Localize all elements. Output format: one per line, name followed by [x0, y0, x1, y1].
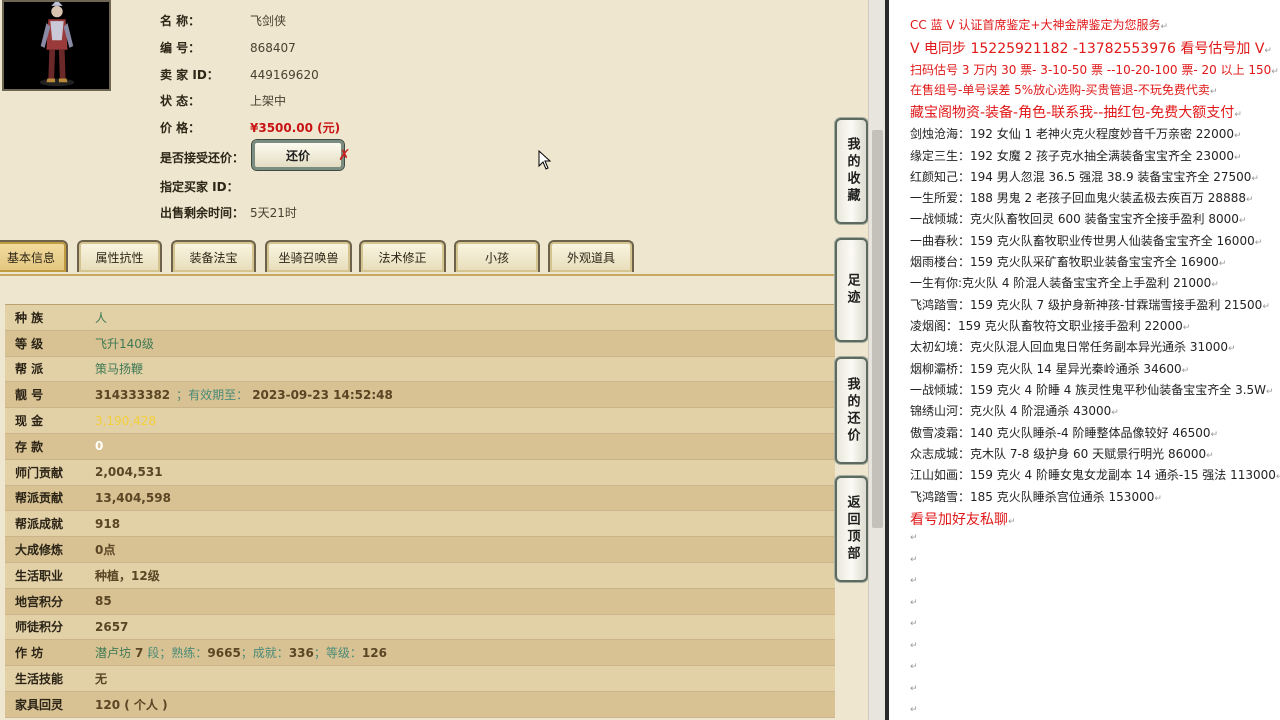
tab-spell-mods[interactable]: 法术修正 — [359, 240, 446, 272]
back-to-top-button[interactable]: 返回顶部 — [835, 476, 868, 582]
remaining-time: 5天21时 — [250, 206, 297, 220]
doc-line: 众志成城：克木队 7-8 级护身 60 天赋景行明光 86000↵ — [910, 447, 1214, 461]
tab-basic-info[interactable]: 基本信息 — [0, 240, 68, 272]
my-favorites-button[interactable]: 我的收藏 — [835, 118, 868, 224]
my-counter-offers-label: 我的还价 — [844, 376, 860, 445]
paragraph-mark: ↵ — [910, 640, 918, 651]
detail-row-deposit: 存 款0 — [5, 433, 835, 460]
footprints-label: 足迹 — [844, 273, 860, 307]
detail-row-level: 等 级飞升140级 — [5, 330, 835, 357]
close-icon: ✗ — [338, 146, 351, 164]
vertical-scrollbar[interactable] — [868, 0, 885, 720]
doc-line: 烟雨楼台：159 克火队采矿畜牧职业装备宝宝齐全 16900↵ — [910, 255, 1227, 269]
detail-row-guild-contribution: 帮派贡献 13,404,598 — [5, 485, 835, 512]
item-name: 飞剑侠 — [250, 14, 287, 28]
item-id-row: 编 号： 868407 — [160, 41, 296, 55]
doc-line: CC 蓝 V 认证首席鉴定+大神金牌鉴定为您服务↵ — [910, 18, 1169, 32]
tab-bar: 基本信息 属性抗性 装备法宝 坐骑召唤兽 法术修正 小孩 外观道具 — [0, 236, 868, 276]
doc-line: 太初幻境：克火队混人回血鬼日常任务副本异光通杀 31000↵ — [910, 340, 1236, 354]
doc-line: 一生有你:克火队 4 阶混人装备宝宝齐全上手盈利 21000↵ — [910, 276, 1219, 290]
detail-row-life-skill: 生活技能无 — [5, 666, 835, 692]
doc-line: 藏宝阁物资-装备-角色-联系我--抽红包-免费大额支付↵ — [910, 105, 1242, 121]
detail-row-mentor-points: 师徒积分 2657 — [5, 614, 835, 641]
item-id: 868407 — [250, 41, 296, 55]
designated-buyer-row: 指定买家 ID： — [160, 180, 239, 194]
detail-row-cultivation: 大成修炼 0点 — [5, 537, 835, 563]
paragraph-mark: ↵ — [910, 683, 918, 694]
doc-line: 扫码估号 3 万内 30 票- 3-10-50 票 --10-20-100 票-… — [910, 63, 1279, 77]
doc-line: 一生所爱：188 男鬼 2 老孩子回血鬼火装孟极去疾百万 28888↵ — [910, 191, 1254, 205]
doc-line: 傲雪凌霜：140 克火队睡杀-4 阶睡整体品像较好 46500↵ — [910, 426, 1219, 440]
status-row: 状 态： 上架中 — [160, 94, 287, 108]
doc-line: 看号加好友私聊↵ — [910, 512, 1016, 528]
scrollbar-thumb[interactable] — [872, 130, 883, 528]
detail-row-guild-achievement: 帮派成就 918 — [5, 511, 835, 538]
doc-line: 飞鸿踏雪：185 克火队睡杀宫位通杀 153000↵ — [910, 490, 1162, 504]
doc-line: 一战倾城：159 克火 4 阶睡 4 族灵性鬼平秒仙装备宝宝齐全 3.5W↵ — [910, 383, 1274, 397]
doc-line: 江山如画：159 克火 4 阶睡女鬼女龙副本 14 通杀-15 强法 11300… — [910, 468, 1280, 482]
item-name-row: 名 称： 飞剑侠 — [160, 14, 287, 28]
doc-line: 凌烟阁：159 克火队畜牧符文职业接手盈利 22000↵ — [910, 319, 1191, 333]
back-to-top-label: 返回顶部 — [844, 495, 860, 563]
price-row: 价 格： ¥3500.00 (元) — [160, 121, 341, 135]
detail-row-school-contribution: 师门贡献 2,004,531 — [5, 459, 835, 486]
detail-row-life-job: 生活职业 种植，12级 — [5, 562, 835, 589]
paragraph-mark: ↵ — [910, 705, 918, 715]
doc-line: 一战倾城：克火队畜牧回灵 600 装备宝宝齐全接手盈利 8000↵ — [910, 212, 1247, 226]
my-counter-offers-button[interactable]: 我的还价 — [835, 357, 868, 464]
doc-line: 烟柳灞桥：159 克火队 14 星异光秦岭通杀 34600↵ — [910, 362, 1190, 376]
footprints-button[interactable]: 足迹 — [835, 238, 868, 342]
detail-row-dungeon-points: 地宫积分 85 — [5, 588, 835, 615]
counter-offer-button[interactable]: 还价 — [252, 140, 344, 170]
doc-line: 红颜知己：194 男人忽混 36.5 强混 38.9 装备宝宝齐全 27500↵ — [910, 170, 1259, 184]
doc-line: 飞鸿踏雪：159 克火队 7 级护身新神孩-甘霖瑞雪接手盈利 21500↵ — [910, 298, 1270, 312]
detail-row-guild: 帮 派策马扬鞭 — [5, 356, 835, 383]
my-favorites-label: 我的收藏 — [844, 137, 860, 205]
remaining-time-row: 出售剩余时间： 5天21时 — [160, 206, 297, 220]
paragraph-mark: ↵ — [910, 576, 918, 586]
doc-line: 一曲春秋：159 克火队畜牧职业传世男人仙装备宝宝齐全 16000↵ — [910, 234, 1263, 248]
price-value: ¥3500.00 (元) — [250, 121, 341, 135]
listing-panel: 名 称： 飞剑侠 编 号： 868407 卖 家 ID： 449169620 状 态：… — [0, 0, 868, 720]
tab-children[interactable]: 小孩 — [454, 240, 540, 272]
detail-row-race: 种 族人 — [5, 305, 835, 331]
tab-appearance[interactable]: 外观道具 — [548, 240, 634, 272]
paragraph-mark: ↵ — [910, 662, 918, 672]
paragraph-mark: ↵ — [910, 619, 918, 629]
basic-info-table: 种 族人 等 级飞升140级 帮 派策马扬鞭 靓 号 314333382；有效期至… — [5, 304, 835, 718]
document-panel: CC 蓝 V 认证首席鉴定+大神金牌鉴定为您服务↵ V 电同步 152259211… — [889, 0, 1280, 720]
counter-offer-row: 是否接受还价： — [160, 151, 245, 165]
status-value: 上架中 — [250, 94, 287, 108]
tab-attributes[interactable]: 属性抗性 — [77, 240, 162, 272]
detail-row-furniture: 家具回灵 120 ( 个人 ) — [5, 691, 835, 718]
doc-line: 在售组号-单号误差 5%放心选购-买贵管退-不玩免费代卖↵ — [910, 83, 1218, 97]
mouse-cursor-icon — [538, 150, 552, 170]
doc-line: 缘定三生：192 女魔 2 孩子克水抽全满装备宝宝齐全 23000↵ — [910, 149, 1242, 163]
tab-mounts-pets[interactable]: 坐骑召唤兽 — [265, 240, 352, 272]
tab-equipment[interactable]: 装备法宝 — [171, 240, 256, 272]
detail-row-vanity-number: 靓 号 314333382；有效期至： 2023-09-23 14:52:48 — [5, 382, 835, 409]
paragraph-mark: ↵ — [910, 533, 918, 543]
detail-row-workshop: 作 坊潜卢坊 7 段；熟练： 9665 ；成就： 336 ；等级： 126 — [5, 640, 835, 667]
paragraph-mark: ↵ — [910, 554, 918, 565]
seller-id-row: 卖 家 ID： 449169620 — [160, 68, 319, 82]
detail-row-cash: 现 金 3,190,428 — [5, 408, 835, 434]
doc-line: 剑烛沧海：192 女仙 1 老神火克火程度妙音千万亲密 22000↵ — [910, 127, 1242, 141]
paragraph-mark: ↵ — [910, 597, 918, 608]
seller-id: 449169620 — [250, 68, 319, 82]
doc-line: 锦绣山河：克火队 4 阶混通杀 43000↵ — [910, 404, 1119, 418]
doc-line: V 电同步 15225921182 -13782553976 看号估号加 V↵ — [910, 41, 1272, 57]
character-portrait — [2, 0, 111, 91]
